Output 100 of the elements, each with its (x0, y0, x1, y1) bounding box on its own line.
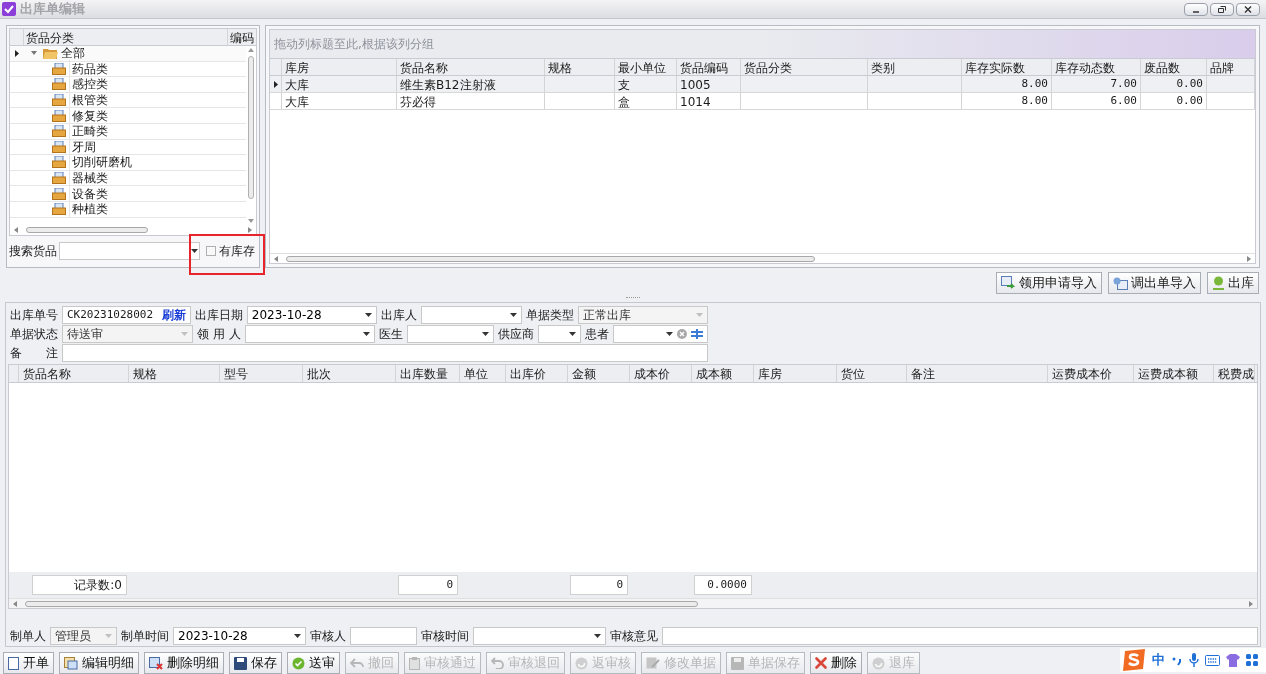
scroll-right-icon[interactable] (1247, 255, 1251, 262)
tree-node[interactable]: 器械类 (10, 170, 246, 187)
dropdown-arrow-icon[interactable] (362, 332, 370, 337)
combo-field[interactable] (244, 325, 375, 344)
table-row[interactable]: 大库 维生素B12注射液 支 1005 8.00 7.00 0.00 (270, 76, 1255, 93)
scroll-down-icon[interactable] (248, 219, 254, 223)
column-header[interactable]: 成本额 (692, 364, 754, 382)
column-header[interactable]: 成本价 (630, 364, 692, 382)
text-field[interactable] (662, 627, 1258, 646)
table-cell: 0.00 (1141, 93, 1207, 109)
column-header[interactable]: 单位 (460, 364, 506, 382)
tree-node[interactable]: 药品类 (10, 61, 246, 78)
combo-field[interactable] (421, 306, 523, 325)
tree-node[interactable]: 正畸类 (10, 123, 246, 140)
import-button[interactable]: 调出单导入 (1108, 272, 1201, 295)
keyboard-icon[interactable] (1205, 654, 1220, 666)
tree-node[interactable]: 根管类 (10, 92, 246, 109)
combo-field[interactable] (406, 325, 494, 344)
toolbar-button[interactable]: 保存 (229, 652, 282, 674)
grid-icon[interactable] (1246, 654, 1258, 666)
scroll-right-icon[interactable] (248, 227, 252, 233)
table-row[interactable]: 大库 芬必得 盒 1014 8.00 6.00 0.00 (270, 93, 1255, 110)
tree-node[interactable]: 种植类 (10, 201, 246, 218)
scroll-left-icon[interactable] (274, 255, 278, 262)
toolbar-button[interactable]: 开单 (3, 652, 54, 674)
column-header[interactable]: 运费成本价 (1048, 364, 1134, 382)
tree-node[interactable]: 修复类 (10, 108, 246, 124)
shirt-icon[interactable] (1226, 653, 1240, 667)
import-button[interactable]: 领用申请导入 (996, 272, 1102, 295)
add-icon[interactable] (691, 329, 703, 340)
column-header[interactable]: 税费成 (1214, 364, 1255, 382)
dropdown-arrow-icon[interactable] (294, 634, 301, 639)
restore-button[interactable] (1210, 2, 1234, 16)
column-header[interactable]: 出库数量 (396, 364, 460, 382)
toolbar-button[interactable]: 删除明细 (144, 652, 224, 674)
toolbar-button[interactable]: 删除 (810, 652, 862, 674)
dropdown-arrow-icon[interactable] (191, 249, 198, 253)
column-header[interactable]: 库房 (282, 59, 397, 75)
column-header[interactable]: 金额 (568, 364, 630, 382)
dropdown-arrow-icon[interactable] (481, 332, 489, 337)
combo-field[interactable]: 2023-10-28 (173, 627, 306, 646)
tree-node[interactable]: 感控类 (10, 77, 246, 93)
column-header[interactable]: 编码 (228, 29, 256, 45)
text-field[interactable]: CK20231028002 刷新 (62, 306, 191, 325)
column-header[interactable]: 货品名称 (19, 364, 129, 382)
column-header[interactable]: 出库价 (506, 364, 568, 382)
dropdown-arrow-icon[interactable] (365, 313, 373, 318)
dropdown-arrow-icon[interactable] (594, 634, 601, 639)
combo-field[interactable] (473, 627, 606, 646)
column-header[interactable]: 库存动态数 (1052, 59, 1141, 75)
column-header[interactable]: 最小单位 (615, 59, 677, 75)
expand-caret-icon[interactable] (28, 50, 40, 57)
scroll-left-icon[interactable] (14, 227, 18, 233)
text-field[interactable] (62, 344, 708, 363)
column-header[interactable]: 批次 (303, 364, 396, 382)
column-header[interactable]: 货品分类 (24, 29, 228, 45)
checkbox[interactable] (206, 246, 216, 256)
scroll-left-icon[interactable] (13, 600, 17, 607)
tree-node[interactable]: 牙周 (10, 139, 246, 156)
import-button[interactable]: 出库 (1207, 272, 1259, 295)
tree-node[interactable]: 切削研磨机 (10, 155, 246, 171)
column-header[interactable]: 备注 (907, 364, 1048, 382)
search-field[interactable] (59, 242, 200, 260)
microphone-icon[interactable] (1189, 653, 1199, 667)
tree-node[interactable]: 设备类 (10, 186, 246, 202)
combo-field[interactable]: 2023-10-28 (246, 306, 378, 325)
refresh-link[interactable]: 刷新 (161, 306, 186, 325)
checkbox-label[interactable]: 有库存 (219, 242, 255, 260)
splitter-grip[interactable] (626, 297, 640, 300)
horizontal-scrollbar[interactable] (270, 253, 1255, 264)
minimize-button[interactable] (1184, 2, 1208, 16)
toolbar-button[interactable]: 编辑明细 (59, 652, 139, 674)
column-header[interactable]: 货位 (837, 364, 907, 382)
combo-field[interactable] (613, 325, 708, 344)
column-header[interactable]: 规格 (545, 59, 615, 75)
toolbar-button[interactable]: 送审 (287, 652, 340, 674)
column-header[interactable]: 库存实际数 (962, 59, 1052, 75)
column-header[interactable]: 运费成本额 (1134, 364, 1214, 382)
column-header[interactable]: 型号 (220, 364, 303, 382)
column-header[interactable]: 货品编码 (677, 59, 741, 75)
dropdown-arrow-icon[interactable] (666, 332, 673, 337)
scroll-up-icon[interactable] (248, 48, 254, 52)
dropdown-arrow-icon[interactable] (569, 332, 577, 337)
column-header[interactable]: 货品分类 (741, 59, 868, 75)
close-button[interactable] (1236, 2, 1260, 16)
combo-field[interactable] (537, 325, 582, 344)
dropdown-arrow-icon[interactable] (510, 313, 518, 318)
column-header[interactable]: 货品名称 (397, 59, 545, 75)
ime-logo-icon[interactable] (1122, 649, 1146, 671)
vertical-scrollbar[interactable] (246, 46, 256, 225)
column-header[interactable]: 库房 (754, 364, 837, 382)
tree-node[interactable]: 全部 (10, 46, 246, 62)
column-header[interactable]: 品牌 (1207, 59, 1255, 75)
text-field[interactable] (350, 627, 417, 646)
column-header[interactable]: 类别 (868, 59, 962, 75)
column-header[interactable]: 规格 (129, 364, 220, 382)
scroll-right-icon[interactable] (1249, 600, 1253, 607)
ime-mode[interactable]: 中 (1152, 650, 1165, 670)
horizontal-scrollbar[interactable] (9, 598, 1257, 608)
column-header[interactable]: 废品数 (1141, 59, 1207, 75)
